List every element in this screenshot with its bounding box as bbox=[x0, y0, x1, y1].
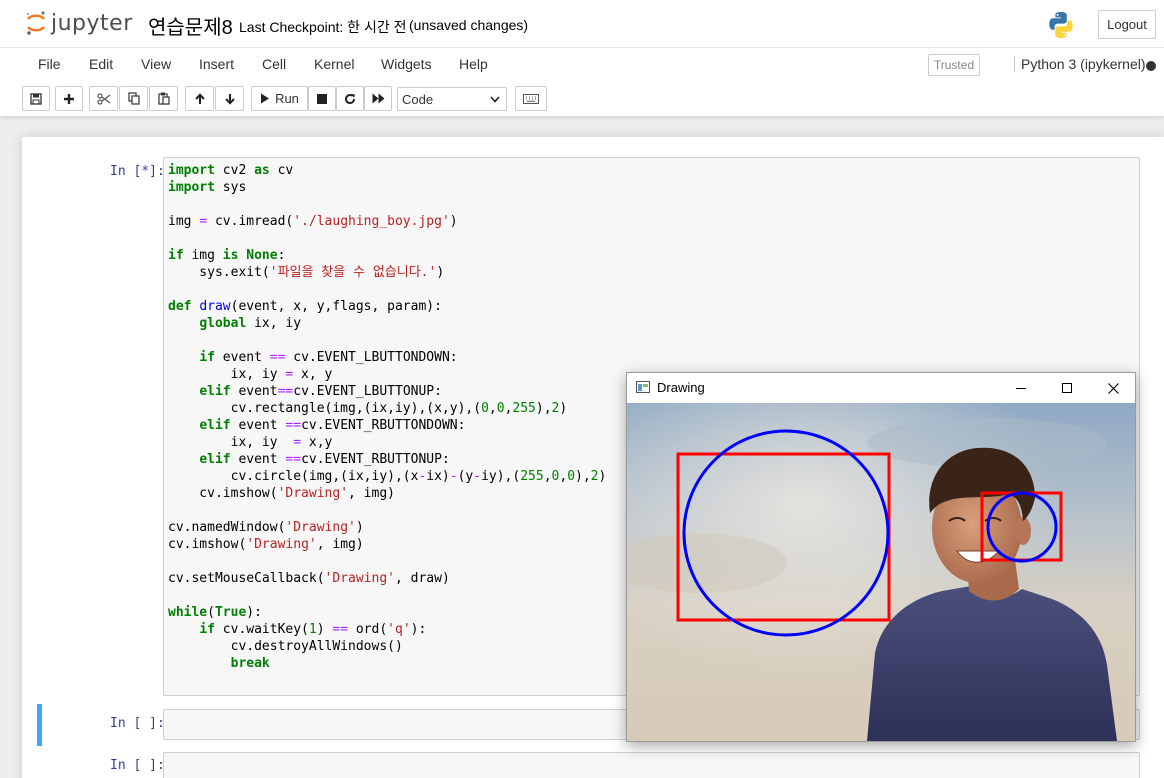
logo-text: jupyter bbox=[51, 10, 133, 36]
laughing-boy-photo bbox=[627, 403, 1135, 741]
chevron-down-icon bbox=[490, 95, 500, 103]
code-content[interactable]: import cv2 as cv import sys img = cv.imr… bbox=[168, 162, 606, 672]
refresh-icon bbox=[345, 93, 356, 104]
command-palette-button[interactable] bbox=[515, 86, 547, 111]
copy-button[interactable] bbox=[119, 86, 148, 111]
window-app-icon bbox=[636, 381, 650, 393]
menu-help[interactable]: Help bbox=[459, 56, 488, 72]
menu-insert[interactable]: Insert bbox=[199, 56, 234, 72]
paste-button[interactable] bbox=[149, 86, 178, 111]
play-icon bbox=[261, 93, 270, 104]
header-top-bar: jupyter 연습문제8 Last Checkpoint: 한 시간 전 (u… bbox=[0, 0, 1164, 48]
drawing-window[interactable]: Drawing bbox=[626, 372, 1136, 742]
notebook-header: jupyter 연습문제8 Last Checkpoint: 한 시간 전 (u… bbox=[0, 0, 1164, 116]
drawing-canvas[interactable] bbox=[627, 403, 1135, 741]
close-button[interactable] bbox=[1090, 373, 1136, 403]
jupyter-icon bbox=[26, 11, 46, 35]
cell-type-select[interactable]: Code bbox=[397, 87, 507, 111]
minimize-icon bbox=[1016, 388, 1026, 389]
code-cell[interactable]: In [ ]: bbox=[22, 748, 1164, 778]
kernel-name[interactable]: Python 3 (ipykernel) bbox=[1014, 56, 1146, 72]
restart-run-all-button[interactable] bbox=[364, 86, 392, 111]
arrow-down-icon bbox=[224, 93, 235, 105]
interrupt-button[interactable] bbox=[308, 86, 336, 111]
toolbar: Run Code bbox=[22, 86, 1162, 112]
checkpoint-status: Last Checkpoint: 한 시간 전 bbox=[239, 19, 407, 35]
save-button[interactable] bbox=[22, 86, 50, 111]
window-title: Drawing bbox=[657, 380, 705, 395]
kernel-idle-indicator bbox=[1146, 61, 1156, 71]
cell-type-value: Code bbox=[402, 91, 434, 107]
notebook-name[interactable]: 연습문제8 bbox=[148, 11, 233, 40]
insert-cell-button[interactable] bbox=[55, 86, 83, 111]
minimize-button[interactable] bbox=[998, 373, 1044, 403]
paste-icon bbox=[157, 92, 170, 105]
trusted-indicator[interactable]: Trusted bbox=[928, 54, 980, 76]
keyboard-icon bbox=[523, 93, 539, 104]
cell-prompt: In [ ]: bbox=[110, 758, 165, 773]
menubar: File Edit View Insert Cell Kernel Widget… bbox=[22, 50, 1162, 80]
close-icon bbox=[1107, 382, 1119, 394]
plus-icon bbox=[64, 93, 74, 104]
python-logo-icon bbox=[1046, 10, 1076, 45]
move-up-button[interactable] bbox=[185, 86, 214, 111]
arrow-up-icon bbox=[194, 92, 205, 104]
logout-button[interactable]: Logout bbox=[1098, 10, 1156, 39]
copy-icon bbox=[127, 92, 140, 105]
cell-prompt: In [*]: bbox=[110, 164, 165, 179]
menu-kernel[interactable]: Kernel bbox=[314, 56, 354, 72]
autosave-status: (unsaved changes) bbox=[409, 17, 529, 33]
run-button[interactable]: Run bbox=[251, 86, 308, 111]
cut-button[interactable] bbox=[89, 86, 118, 111]
scissors-icon bbox=[96, 92, 110, 105]
cell-prompt: In [ ]: bbox=[110, 716, 165, 731]
maximize-button[interactable] bbox=[1044, 373, 1090, 403]
menu-widgets[interactable]: Widgets bbox=[381, 56, 432, 72]
save-icon bbox=[30, 92, 42, 105]
jupyter-logo[interactable]: jupyter bbox=[25, 10, 133, 36]
fast-forward-icon bbox=[372, 93, 384, 104]
menu-cell[interactable]: Cell bbox=[262, 56, 286, 72]
maximize-icon bbox=[1062, 383, 1072, 393]
code-editor[interactable] bbox=[163, 752, 1140, 778]
menu-edit[interactable]: Edit bbox=[89, 56, 113, 72]
restart-button[interactable] bbox=[336, 86, 364, 111]
selected-cell-indicator bbox=[37, 704, 42, 746]
menu-view[interactable]: View bbox=[141, 56, 171, 72]
run-label: Run bbox=[275, 91, 299, 106]
stop-icon bbox=[317, 93, 327, 104]
window-titlebar[interactable]: Drawing bbox=[627, 373, 1135, 403]
menu-file[interactable]: File bbox=[38, 56, 61, 72]
move-down-button[interactable] bbox=[215, 86, 244, 111]
